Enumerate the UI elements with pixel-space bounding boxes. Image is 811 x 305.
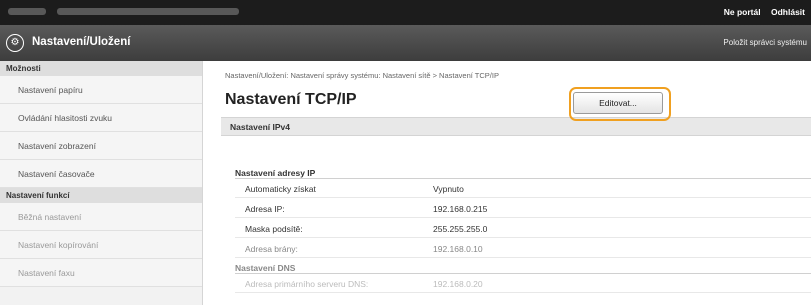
settings-icon: ⚙ bbox=[6, 34, 24, 52]
breadcrumb[interactable]: Nastavení/Uložení: Nastavení správy syst… bbox=[225, 71, 499, 80]
row-label-primary-dns: Adresa primárního serveru DNS: bbox=[245, 279, 369, 289]
group-title-dns: Nastavení DNS bbox=[235, 263, 296, 273]
table-row: Automaticky získat Vypnuto bbox=[235, 180, 811, 198]
table-row: Adresa primárního serveru DNS: 192.168.0… bbox=[235, 275, 811, 293]
top-bar: Ne portál Odhlásit bbox=[0, 0, 811, 25]
top-links: Ne portál Odhlásit bbox=[716, 7, 805, 17]
logout-link[interactable]: Odhlásit bbox=[771, 7, 805, 17]
table-row: Adresa IP: 192.168.0.215 bbox=[235, 200, 811, 218]
table-row: Maska podsítě: 255.255.255.0 bbox=[235, 220, 811, 238]
row-label-subnet-mask: Maska podsítě: bbox=[245, 224, 303, 234]
sidebar-item-display-settings[interactable]: Nastavení zobrazení bbox=[0, 132, 202, 160]
row-label-auto-obtain: Automaticky získat bbox=[245, 184, 316, 194]
table-row: Adresa brány: 192.168.0.10 bbox=[235, 240, 811, 258]
row-label-gateway: Adresa brány: bbox=[245, 244, 298, 254]
sidebar-item-fax-settings[interactable]: Nastavení faxu bbox=[0, 259, 202, 287]
group-title-ip-address: Nastavení adresy IP bbox=[235, 168, 316, 178]
blurred-device-model bbox=[57, 8, 239, 15]
sidebar-item-common-settings[interactable]: Běžná nastavení bbox=[0, 203, 202, 231]
row-label-ip-address: Adresa IP: bbox=[245, 204, 285, 214]
row-value-ip-address: 192.168.0.215 bbox=[433, 204, 488, 214]
sidebar: Možnosti Nastavení papíru Ovládání hlasi… bbox=[0, 61, 203, 305]
page-title: Nastavení TCP/IP bbox=[225, 91, 357, 108]
title-bar: ⚙ Nastavení/Uložení Položit správci syst… bbox=[0, 25, 811, 61]
app-title: Nastavení/Uložení bbox=[32, 36, 131, 48]
sidebar-section-function-settings: Nastavení funkcí bbox=[0, 188, 202, 203]
sidebar-item-timer-settings[interactable]: Nastavení časovače bbox=[0, 160, 202, 188]
row-value-primary-dns: 192.168.0.20 bbox=[433, 279, 483, 289]
sidebar-section-options: Možnosti bbox=[0, 61, 202, 76]
my-portal-link[interactable]: Ne portál bbox=[724, 7, 761, 17]
main-content: Nastavení/Uložení: Nastavení správy syst… bbox=[213, 61, 811, 305]
row-value-gateway: 192.168.0.10 bbox=[433, 244, 483, 254]
manager-mode-link[interactable]: Položit správci systému bbox=[723, 38, 807, 47]
group-divider bbox=[235, 178, 811, 179]
edit-button[interactable]: Editovat... bbox=[573, 92, 663, 114]
sidebar-item-volume-control[interactable]: Ovládání hlasitosti zvuku bbox=[0, 104, 202, 132]
sidebar-item-paper-settings[interactable]: Nastavení papíru bbox=[0, 76, 202, 104]
blurred-device-name bbox=[8, 8, 46, 15]
section-header-ipv4: Nastavení IPv4 bbox=[221, 117, 811, 136]
sidebar-item-copy-settings[interactable]: Nastavení kopírování bbox=[0, 231, 202, 259]
row-value-auto-obtain: Vypnuto bbox=[433, 184, 464, 194]
group-divider bbox=[235, 273, 811, 274]
row-value-subnet-mask: 255.255.255.0 bbox=[433, 224, 488, 234]
